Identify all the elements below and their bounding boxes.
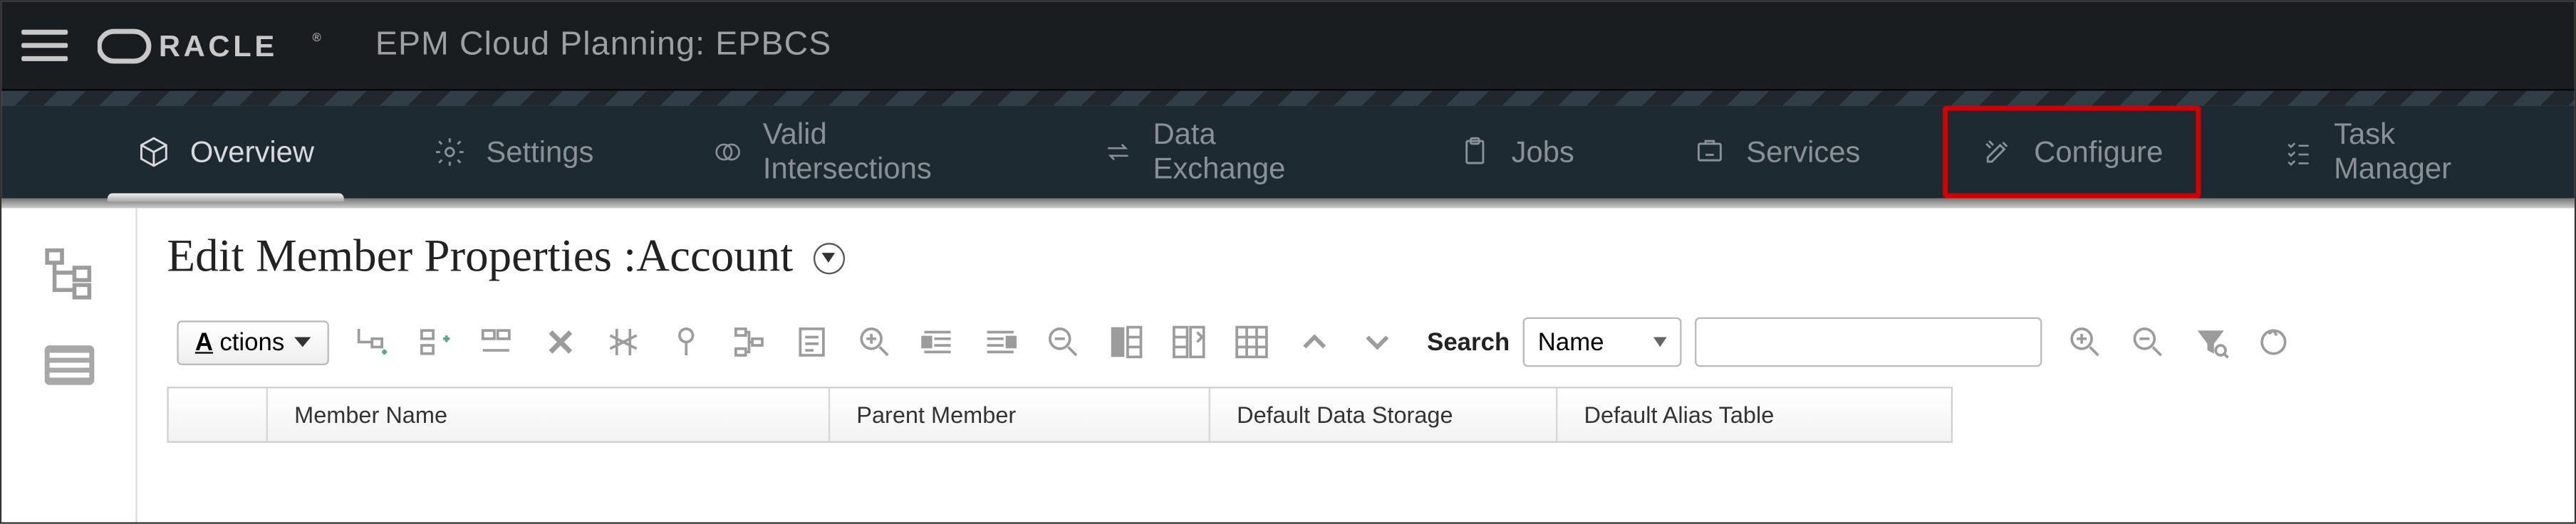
refresh-icon[interactable]	[2254, 323, 2294, 362]
nav-configure[interactable]: Configure	[1943, 106, 2201, 199]
oracle-logo: RACLE ®	[98, 27, 346, 63]
tasks-icon	[2284, 135, 2315, 168]
nav-overview[interactable]: Overview	[101, 106, 351, 199]
navbar: Overview Settings Valid Intersections Da…	[1, 106, 2574, 199]
nav-services[interactable]: Services	[1657, 106, 1897, 199]
expand-level-icon[interactable]	[980, 323, 1020, 362]
add-child-icon[interactable]	[352, 323, 392, 362]
nav-label: Task Manager	[2334, 117, 2505, 187]
delete-icon[interactable]	[541, 323, 581, 362]
nav-label: Configure	[2034, 135, 2163, 169]
nav-label: Services	[1746, 135, 1860, 169]
actions-label: ctions	[219, 328, 284, 356]
services-icon	[1693, 135, 1726, 168]
search-group: Search Name	[1427, 318, 2042, 367]
grid-header: Member Name Parent Member Default Data S…	[167, 387, 1953, 443]
svg-text:RACLE: RACLE	[159, 28, 278, 62]
toolbar: Actions Search	[167, 318, 2574, 387]
grid-view-button[interactable]	[34, 330, 103, 399]
rename-icon[interactable]	[478, 323, 518, 362]
unfreeze-icon[interactable]	[1169, 323, 1209, 362]
nav-task-manager[interactable]: Task Manager	[2248, 106, 2542, 199]
search-type-value: Name	[1538, 328, 1604, 356]
nav-label: Valid Intersections	[763, 117, 984, 187]
page-title-dropdown[interactable]	[813, 242, 844, 273]
th-default-alias-table[interactable]: Default Alias Table	[1557, 388, 1921, 441]
main-area: Edit Member Properties :Account Actions	[137, 208, 2575, 522]
actions-prefix: A	[195, 328, 213, 356]
intersection-icon	[712, 135, 743, 168]
nav-label: Overview	[190, 135, 314, 169]
th-expand[interactable]	[169, 388, 268, 441]
nav-label: Settings	[486, 135, 593, 169]
th-member-name[interactable]: Member Name	[268, 388, 830, 441]
freeze-icon[interactable]	[1106, 323, 1146, 362]
nav-data-exchange[interactable]: Data Exchange	[1066, 106, 1376, 199]
lock-icon[interactable]	[666, 323, 706, 362]
gradient-strip	[1, 199, 2574, 209]
tools-icon	[1981, 135, 2014, 168]
nav-label: Data Exchange	[1153, 117, 1339, 187]
nav-label: Jobs	[1512, 135, 1574, 169]
content: Edit Member Properties :Account Actions	[1, 208, 2574, 522]
add-sibling-icon[interactable]	[415, 323, 455, 362]
texture-strip	[1, 91, 2574, 106]
gear-icon	[433, 135, 466, 168]
nav-settings[interactable]: Settings	[397, 106, 630, 199]
left-sidebar	[1, 208, 137, 522]
page-title: Edit Member Properties :Account	[167, 231, 793, 284]
search-type-select[interactable]: Name	[1523, 318, 1682, 367]
show-ancestors-icon[interactable]	[729, 323, 769, 362]
svg-text:®: ®	[313, 31, 321, 43]
app-title: EPM Cloud Planning: EPBCS	[375, 26, 832, 64]
th-default-data-storage[interactable]: Default Data Storage	[1210, 388, 1557, 441]
table-settings-icon[interactable]	[1232, 323, 1272, 362]
page-title-row: Edit Member Properties :Account	[167, 231, 2574, 284]
actions-menu-button[interactable]: Actions	[177, 320, 329, 365]
th-parent-member[interactable]: Parent Member	[830, 388, 1210, 441]
cube-icon	[137, 135, 170, 168]
zoom-in-icon[interactable]	[855, 323, 895, 362]
search-zoom-in-icon[interactable]	[2065, 323, 2105, 362]
search-input[interactable]	[1695, 318, 2042, 367]
show-usage-icon[interactable]	[792, 323, 832, 362]
clipboard-icon	[1458, 135, 1491, 168]
zoom-out-icon[interactable]	[1044, 323, 1084, 362]
hierarchy-view-button[interactable]	[34, 238, 103, 307]
cut-icon[interactable]	[603, 323, 643, 362]
nav-jobs[interactable]: Jobs	[1422, 106, 1611, 199]
filter-search-icon[interactable]	[2191, 323, 2231, 362]
move-up-icon[interactable]	[1294, 323, 1334, 362]
nav-valid-intersections[interactable]: Valid Intersections	[676, 106, 1020, 199]
topbar: RACLE ® EPM Cloud Planning: EPBCS	[1, 1, 2574, 90]
move-down-icon[interactable]	[1358, 323, 1398, 362]
search-label: Search	[1427, 328, 1510, 356]
exchange-icon	[1103, 135, 1133, 168]
search-zoom-out-icon[interactable]	[2128, 323, 2168, 362]
collapse-level-icon[interactable]	[918, 323, 957, 362]
hamburger-menu[interactable]	[21, 22, 68, 68]
